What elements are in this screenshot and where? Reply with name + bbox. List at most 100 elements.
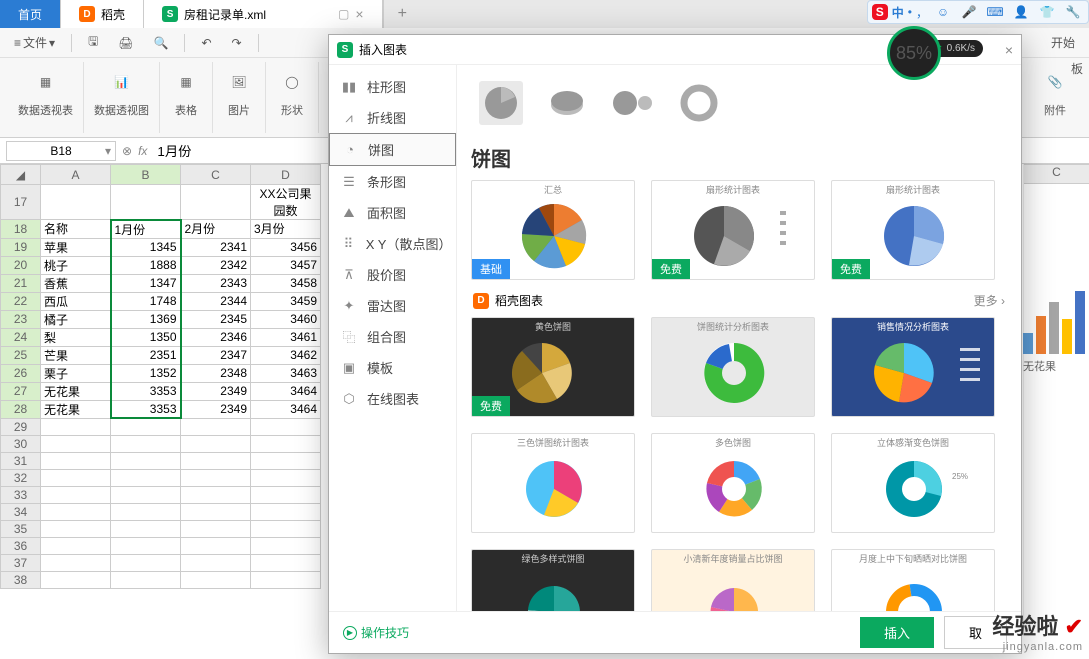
card-free-pie-2[interactable]: 扇形统计图表 免费	[831, 180, 995, 280]
row-26[interactable]: 26	[1, 364, 41, 382]
row-21[interactable]: 21	[1, 274, 41, 292]
cell[interactable]: 芒果	[41, 346, 111, 364]
redo-icon[interactable]: ↷	[226, 32, 248, 54]
dk-card-8[interactable]: 小清新年度销量占比饼图	[651, 549, 815, 611]
dk-card-9[interactable]: 月度上中下旬晒晒对比饼图	[831, 549, 995, 611]
row-29[interactable]: 29	[1, 418, 41, 435]
cell[interactable]: 2348	[181, 364, 251, 382]
cell[interactable]: 无花果	[41, 400, 111, 418]
type-area[interactable]: ⛰面积图	[329, 197, 456, 228]
ime-skin-icon[interactable]: 👕	[1036, 2, 1058, 22]
fx-label[interactable]: fx	[138, 144, 147, 158]
ribbon-pivot-chart[interactable]: 📊 数据透视图	[84, 62, 160, 133]
row-35[interactable]: 35	[1, 520, 41, 537]
type-pie[interactable]: ◔饼图	[329, 133, 456, 166]
cell[interactable]: 1350	[111, 328, 181, 346]
cell[interactable]: 苹果	[41, 238, 111, 256]
print-icon[interactable]: 🖨	[112, 32, 139, 54]
insert-button[interactable]: 插入	[860, 617, 934, 648]
cell[interactable]: 无花果	[41, 382, 111, 400]
dk-card-2[interactable]: 饼图统计分析图表	[651, 317, 815, 417]
ribbon-table[interactable]: ▦ 表格	[160, 62, 213, 133]
hdr-m2[interactable]: 2月份	[181, 220, 251, 239]
cell[interactable]: 1369	[111, 310, 181, 328]
cancel-fx-icon[interactable]: ⊗	[122, 144, 132, 158]
type-bar[interactable]: ☰条形图	[329, 166, 456, 197]
tab-daoke[interactable]: D 稻壳	[61, 0, 144, 28]
ime-mic-icon[interactable]: 🎤	[958, 2, 980, 22]
tab-window-icon[interactable]: ▢	[338, 7, 349, 21]
ime-user-icon[interactable]: 👤	[1010, 2, 1032, 22]
cell[interactable]: 2345	[181, 310, 251, 328]
cell[interactable]: 梨	[41, 328, 111, 346]
cell[interactable]: 栗子	[41, 364, 111, 382]
cell[interactable]: 香蕉	[41, 274, 111, 292]
preview-icon[interactable]: 🔍	[148, 32, 175, 54]
row-37[interactable]: 37	[1, 554, 41, 571]
type-template[interactable]: ▣模板	[329, 352, 456, 383]
subtype-doughnut[interactable]	[677, 81, 721, 125]
col-B[interactable]: B	[111, 165, 181, 185]
ribbon-shape[interactable]: ◯ 形状	[266, 62, 319, 133]
cell[interactable]: 1347	[111, 274, 181, 292]
row-22[interactable]: 22	[1, 292, 41, 310]
title-cell[interactable]: XX公司果园数	[251, 185, 321, 220]
select-all-corner[interactable]: ◢	[1, 165, 41, 185]
cell[interactable]: 2351	[111, 346, 181, 364]
card-free-pie-1[interactable]: 扇形统计图表 免费	[651, 180, 815, 280]
row-32[interactable]: 32	[1, 469, 41, 486]
row-27[interactable]: 27	[1, 382, 41, 400]
row-38[interactable]: 38	[1, 571, 41, 588]
row-25[interactable]: 25	[1, 346, 41, 364]
cell[interactable]: 2343	[181, 274, 251, 292]
dk-card-3[interactable]: 销售情况分析图表	[831, 317, 995, 417]
cell[interactable]: 3457	[251, 256, 321, 274]
ribbon-picture[interactable]: 🖼 图片	[213, 62, 266, 133]
cell[interactable]: 3462	[251, 346, 321, 364]
row-33[interactable]: 33	[1, 486, 41, 503]
ime-comma-icon[interactable]: ，	[916, 4, 928, 21]
cell[interactable]: 3464	[251, 382, 321, 400]
tab-add-button[interactable]: +	[383, 0, 421, 28]
tab-close-icon[interactable]: ×	[355, 6, 363, 22]
row-20[interactable]: 20	[1, 256, 41, 274]
cell[interactable]: 3353	[111, 382, 181, 400]
dk-card-1[interactable]: 黄色饼图 免费	[471, 317, 635, 417]
cell[interactable]: 2347	[181, 346, 251, 364]
col-A[interactable]: A	[41, 165, 111, 185]
cell[interactable]: 1352	[111, 364, 181, 382]
ime-keyboard-icon[interactable]: ⌨	[984, 2, 1006, 22]
type-line[interactable]: ⩘折线图	[329, 102, 456, 133]
ime-tool-icon[interactable]: 🔧	[1062, 2, 1084, 22]
row-23[interactable]: 23	[1, 310, 41, 328]
ribbon-tab-begin[interactable]: 开始	[1045, 30, 1081, 55]
subtype-pie[interactable]	[479, 81, 523, 125]
type-combo[interactable]: ⿻组合图	[329, 321, 456, 352]
cell[interactable]: 3463	[251, 364, 321, 382]
subtype-pie3d[interactable]	[545, 81, 589, 125]
dk-card-7[interactable]: 绿色多样式饼图	[471, 549, 635, 611]
row-28[interactable]: 28	[1, 400, 41, 418]
undo-icon[interactable]: ↶	[195, 32, 217, 54]
ime-smile-icon[interactable]: ☺	[932, 2, 954, 22]
name-box[interactable]: B18	[6, 141, 116, 161]
file-menu[interactable]: ≡ 文件 ▾	[8, 30, 61, 55]
cell[interactable]: 2346	[181, 328, 251, 346]
type-stock[interactable]: ⊼股价图	[329, 259, 456, 290]
cell[interactable]: 3464	[251, 400, 321, 418]
dk-card-4[interactable]: 三色饼图统计图表	[471, 433, 635, 533]
type-radar[interactable]: ✦雷达图	[329, 290, 456, 321]
cell[interactable]: 3459	[251, 292, 321, 310]
cell[interactable]: 3461	[251, 328, 321, 346]
cell[interactable]: 1888	[111, 256, 181, 274]
cell[interactable]: 3458	[251, 274, 321, 292]
more-link[interactable]: 更多 ›	[974, 292, 1005, 309]
hdr-m3[interactable]: 3月份	[251, 220, 321, 239]
row-30[interactable]: 30	[1, 435, 41, 452]
speed-gauge[interactable]: 85%	[887, 26, 941, 80]
hdr-m1[interactable]: 1月份	[111, 220, 181, 239]
cell[interactable]: 2349	[181, 400, 251, 418]
cell[interactable]: 2342	[181, 256, 251, 274]
col-D[interactable]: D	[251, 165, 321, 185]
row-18[interactable]: 18	[1, 220, 41, 239]
